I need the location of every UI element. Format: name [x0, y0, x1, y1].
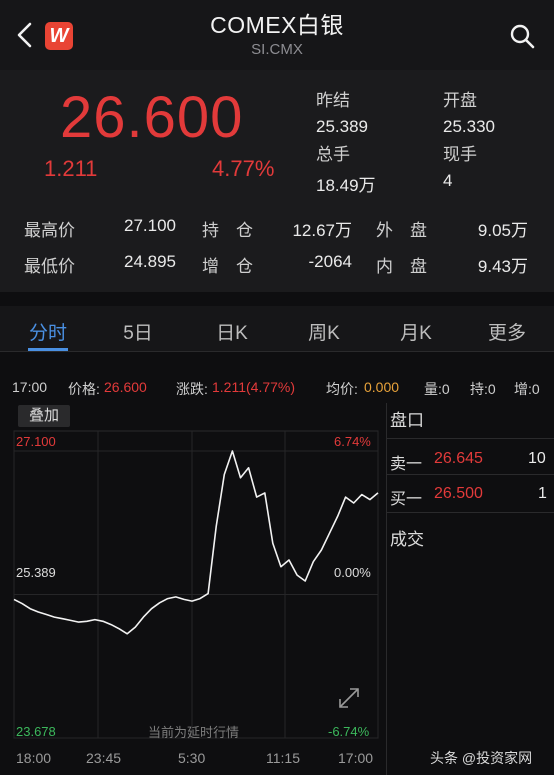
tab-more[interactable]: 更多 — [467, 318, 547, 345]
last-lot-block: 现手 4 — [443, 140, 477, 191]
x-axis-label-3: 11:15 — [266, 750, 300, 766]
volume-value: 18.49万 — [316, 176, 376, 195]
prev-close-block: 昨结 25.389 — [316, 86, 368, 137]
delay-notice: 当前为延时行情 — [148, 725, 240, 740]
info-change: 1.211(4.77%) — [212, 379, 296, 395]
trades-label[interactable]: 成交 — [390, 525, 424, 550]
open-value: 25.330 — [443, 117, 495, 136]
intraday-chart[interactable] — [0, 403, 385, 775]
tab-weekly-k[interactable]: 周K — [284, 318, 364, 345]
crosshair-info-bar: 17:00 价格: 26.600 涨跌: 1.211(4.77%) 均价: 0.… — [0, 375, 554, 399]
open-label: 开盘 — [443, 91, 477, 110]
ask1-qty: 10 — [528, 450, 546, 467]
outer-value: 9.05万 — [477, 221, 528, 240]
chart-frame — [13, 430, 379, 739]
prev-close-label: 昨结 — [316, 91, 350, 110]
page-subtitle: SI.CMX — [251, 41, 303, 58]
inner-value: 9.43万 — [477, 257, 528, 276]
y-axis-mid-label: 25.389 — [16, 565, 56, 580]
x-axis-label-0: 18:00 — [16, 750, 52, 766]
price-change-percent: 4.77% — [212, 156, 275, 181]
inner-label: 内 盘 — [376, 257, 427, 276]
y-axis-bottom-percent: -6.74% — [328, 724, 370, 739]
order-book-label[interactable]: 盘口 — [390, 406, 424, 431]
volume-label: 总手 — [316, 145, 350, 164]
tab-monthly-k[interactable]: 月K — [376, 318, 456, 345]
active-tab-indicator — [28, 348, 68, 351]
low-value: 24.895 — [124, 252, 176, 271]
y-axis-bottom-label: 23.678 — [16, 724, 56, 739]
oi-change-label: 增 仓 — [202, 257, 253, 276]
ask1-price: 26.645 — [434, 450, 483, 467]
info-price: 26.600 — [104, 379, 147, 395]
low-label: 最低价 — [24, 257, 75, 276]
x-axis-label-1: 23:45 — [86, 750, 122, 766]
page-title: COMEX白银 — [210, 12, 344, 38]
prev-close-value: 25.389 — [316, 117, 368, 136]
overlay-button[interactable]: 叠加 — [18, 405, 70, 427]
panel-divider — [386, 438, 554, 439]
outer-label: 外 盘 — [376, 221, 427, 240]
open-block: 开盘 25.330 — [443, 86, 495, 137]
last-lot-label: 现手 — [443, 145, 477, 164]
info-change-label: 涨跌: — [176, 381, 208, 397]
info-avg-label: 均价: — [326, 381, 358, 397]
high-value: 27.100 — [124, 216, 176, 235]
x-axis-label-2: 5:30 — [178, 750, 206, 766]
oi-change-value: -2064 — [308, 252, 352, 271]
price-change: 1.211 — [44, 156, 98, 181]
watermark: 头条 @投资家网 — [430, 750, 533, 766]
y-axis-top-percent: 6.74% — [334, 434, 371, 449]
tab-intraday[interactable]: 分时 — [8, 318, 88, 345]
high-label: 最高价 — [24, 221, 75, 240]
panel-divider — [386, 474, 554, 475]
bid1-qty: 1 — [538, 485, 547, 502]
tab-daily-k[interactable]: 日K — [192, 318, 272, 345]
y-axis-mid-percent: 0.00% — [334, 565, 371, 580]
tab-5day[interactable]: 5日 — [98, 318, 178, 345]
oi-label: 持 仓 — [202, 221, 253, 240]
info-open-interest: 持:0 — [470, 381, 496, 397]
last-price: 26.600 — [60, 85, 244, 150]
y-axis-top-label: 27.100 — [16, 434, 56, 449]
panel-divider — [386, 512, 554, 513]
quote-panel: 26.600 1.211 4.77% 昨结 25.389 开盘 25.330 总… — [0, 70, 554, 200]
info-volume: 量:0 — [424, 381, 450, 397]
search-icon[interactable] — [508, 22, 536, 50]
info-increase: 增:0 — [514, 381, 540, 397]
ask1-label: 卖一 — [390, 456, 423, 473]
fullscreen-expand-icon[interactable] — [336, 685, 362, 711]
last-lot-value: 4 — [443, 171, 453, 190]
info-price-label: 价格: — [68, 381, 100, 397]
price-series-line — [13, 450, 379, 635]
info-time: 17:00 — [12, 379, 48, 395]
stats-panel: 最高价 27.100 持 仓 12.67万 外 盘 9.05万 最低价 24.8… — [0, 200, 554, 292]
period-tabs: 分时 5日 日K 周K 月K 更多 — [0, 306, 554, 352]
bid1-price: 26.500 — [434, 485, 483, 502]
oi-value: 12.67万 — [292, 221, 352, 240]
volume-block: 总手 18.49万 — [316, 140, 376, 196]
header-bar: W COMEX白银 SI.CMX — [0, 0, 554, 70]
x-axis-label-4: 17:00 — [338, 750, 374, 766]
info-avg: 0.000 — [364, 379, 400, 395]
bid1-label: 买一 — [390, 491, 423, 508]
